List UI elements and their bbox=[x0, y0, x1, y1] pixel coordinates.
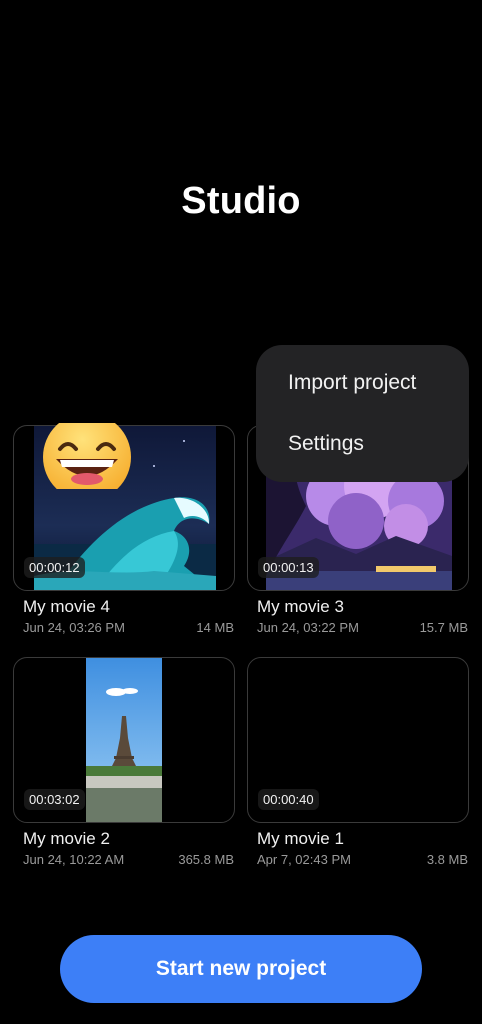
project-size: 3.8 MB bbox=[426, 852, 468, 867]
duration-badge: 00:00:40 bbox=[258, 789, 319, 810]
project-card-my-movie-1[interactable]: 00:00:40 bbox=[247, 657, 469, 823]
project-name[interactable]: My movie 1 bbox=[257, 829, 344, 849]
project-name[interactable]: My movie 4 bbox=[23, 597, 110, 617]
project-size: 15.7 MB bbox=[419, 620, 468, 635]
eiffel-tower-image bbox=[86, 658, 162, 822]
grinning-face-emoji-icon bbox=[42, 413, 132, 501]
project-date: Jun 24, 10:22 AM bbox=[23, 852, 125, 867]
project-size: 14 MB bbox=[196, 620, 234, 635]
duration-badge: 00:03:02 bbox=[24, 789, 85, 810]
project-card-my-movie-2[interactable]: 00:03:02 bbox=[13, 657, 235, 823]
studio-screen: Studio 00:00:12 My movie 4 Jun 24, 03:26… bbox=[0, 0, 482, 1024]
menu-item-import-project[interactable]: Import project bbox=[288, 371, 416, 395]
menu-item-settings[interactable]: Settings bbox=[288, 432, 364, 456]
project-size: 365.8 MB bbox=[178, 852, 234, 867]
project-date: Jun 24, 03:26 PM bbox=[23, 620, 125, 635]
page-title: Studio bbox=[181, 180, 301, 222]
overflow-menu: Import project Settings bbox=[256, 345, 469, 482]
duration-badge: 00:00:12 bbox=[24, 557, 85, 578]
start-new-project-button[interactable]: Start new project bbox=[60, 935, 422, 1003]
project-name[interactable]: My movie 3 bbox=[257, 597, 344, 617]
project-date: Jun 24, 03:22 PM bbox=[257, 620, 359, 635]
project-date: Apr 7, 02:43 PM bbox=[257, 852, 351, 867]
project-name[interactable]: My movie 2 bbox=[23, 829, 110, 849]
duration-badge: 00:00:13 bbox=[258, 557, 319, 578]
